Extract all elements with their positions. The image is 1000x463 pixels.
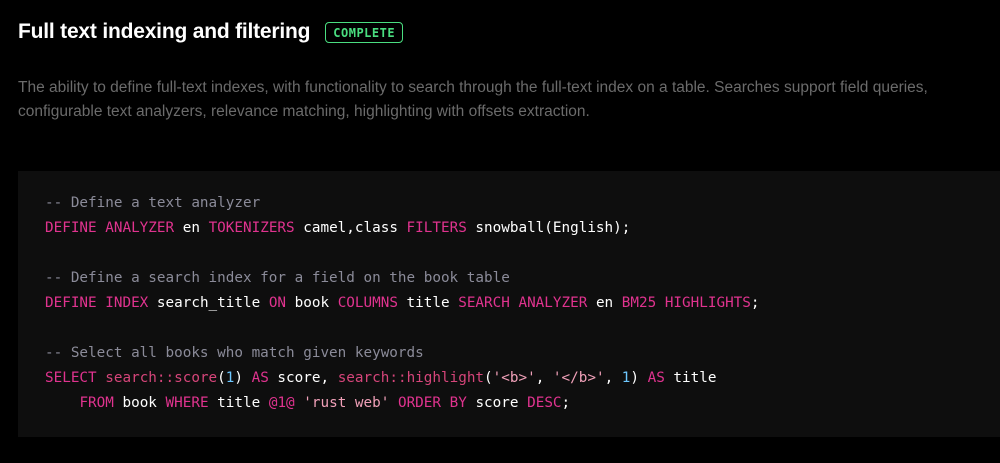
feature-title: Full text indexing and filtering bbox=[18, 20, 311, 43]
code-punct: ) bbox=[234, 370, 252, 386]
code-keyword: AS bbox=[251, 370, 269, 386]
code-line: DEFINE INDEX search_title ON book COLUMN… bbox=[45, 291, 760, 316]
status-badge: COMPLETE bbox=[325, 21, 404, 43]
feature-header: Full text indexing and filtering COMPLET… bbox=[18, 20, 404, 44]
code-text: score bbox=[466, 395, 528, 411]
code-line: FROM book WHERE title @1@ 'rust web' ORD… bbox=[45, 391, 760, 416]
code-punct: , bbox=[535, 370, 553, 386]
code-keyword: FILTERS bbox=[406, 220, 467, 236]
code-text: book bbox=[286, 295, 338, 311]
code-text: en bbox=[174, 220, 209, 236]
code-function: search::highlight bbox=[337, 370, 485, 386]
code-comment: -- Select all books who match given keyw… bbox=[45, 345, 424, 361]
code-comment: -- Define a search index for a field on … bbox=[45, 270, 510, 286]
code-keyword: DEFINE ANALYZER bbox=[45, 220, 175, 236]
code-keyword: TOKENIZERS bbox=[208, 220, 295, 236]
code-text: score, bbox=[268, 370, 338, 386]
code-keyword: DESC bbox=[527, 395, 562, 411]
code-text: camel,class bbox=[294, 220, 407, 236]
code-string: '<b>' bbox=[492, 370, 536, 386]
code-text: ; bbox=[561, 395, 571, 411]
code-content: -- Define a text analyzer DEFINE ANALYZER… bbox=[45, 191, 760, 416]
code-keyword: SEARCH ANALYZER bbox=[458, 295, 588, 311]
code-punct: , bbox=[604, 370, 622, 386]
code-text: en bbox=[587, 295, 622, 311]
code-text: title bbox=[208, 395, 269, 411]
code-keyword: COLUMNS bbox=[337, 295, 398, 311]
code-text: ; bbox=[750, 295, 760, 311]
code-text: search_title bbox=[148, 295, 269, 311]
code-text: snowball(English); bbox=[466, 220, 631, 236]
code-punct: ( bbox=[484, 370, 493, 386]
code-comment: -- Define a text analyzer bbox=[45, 195, 261, 211]
code-string: '</b>' bbox=[552, 370, 605, 386]
code-string: 'rust web' bbox=[303, 395, 390, 411]
code-keyword: FROM bbox=[79, 395, 114, 411]
code-keyword: AS bbox=[647, 370, 665, 386]
code-punct: ( bbox=[217, 370, 226, 386]
code-function: search::score bbox=[105, 370, 218, 386]
code-operator: @1@ bbox=[268, 395, 295, 411]
code-text: title bbox=[397, 295, 459, 311]
code-keyword: DEFINE INDEX bbox=[45, 295, 149, 311]
code-keyword: BM25 HIGHLIGHTS bbox=[621, 295, 751, 311]
feature-description: The ability to define full-text indexes,… bbox=[18, 79, 928, 120]
code-punct: ) bbox=[630, 370, 648, 386]
code-line: SELECT search::score(1) AS score, search… bbox=[45, 366, 760, 391]
code-keyword: ON bbox=[268, 295, 287, 311]
code-keyword: WHERE bbox=[165, 395, 209, 411]
code-text: title bbox=[664, 370, 717, 386]
code-line: DEFINE ANALYZER en TOKENIZERS camel,clas… bbox=[45, 216, 760, 241]
code-block: -- Define a text analyzer DEFINE ANALYZER… bbox=[18, 171, 1000, 437]
code-keyword: ORDER BY bbox=[397, 395, 467, 411]
code-text: book bbox=[113, 395, 166, 411]
code-keyword: SELECT bbox=[45, 370, 97, 386]
